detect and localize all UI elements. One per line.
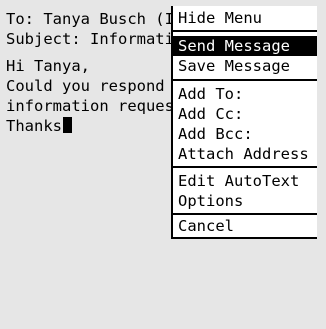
subject-field-text: Subject: Informati [6, 30, 172, 48]
context-menu: Hide Menu Send Message Save Message Add … [171, 6, 317, 239]
menu-separator [173, 30, 317, 32]
body-line-text: Thanks [6, 117, 62, 135]
menu-item-label: Edit AutoText [178, 172, 300, 190]
menu-item-label: Hide Menu [178, 9, 262, 27]
menu-item-edit-autotext[interactable]: Edit AutoText [173, 171, 317, 191]
body-line[interactable]: Could you respond [6, 76, 172, 96]
menu-item-add-cc[interactable]: Add Cc: [173, 104, 317, 124]
menu-item-cancel[interactable]: Cancel [173, 216, 317, 236]
menu-item-label: Add Bcc: [178, 125, 253, 143]
to-field[interactable]: To: Tanya Busch (I [6, 9, 172, 29]
body-line-text: Could you respond [6, 77, 165, 95]
body-line[interactable]: Thanks [6, 116, 172, 136]
menu-item-send-message[interactable]: Send Message [173, 36, 317, 56]
menu-separator [173, 166, 317, 168]
menu-item-add-to[interactable]: Add To: [173, 84, 317, 104]
menu-item-label: Attach Address [178, 145, 309, 163]
to-field-text: To: Tanya Busch (I [6, 10, 172, 28]
menu-item-save-message[interactable]: Save Message [173, 56, 317, 76]
menu-item-hide-menu[interactable]: Hide Menu [173, 8, 317, 28]
subject-field[interactable]: Subject: Informati [6, 29, 172, 49]
blackberry-compose-screen: To: Tanya Busch (I Subject: Informati Hi… [0, 0, 326, 329]
menu-item-add-bcc[interactable]: Add Bcc: [173, 124, 317, 144]
menu-item-label: Add To: [178, 85, 244, 103]
menu-item-label: Cancel [178, 217, 234, 235]
menu-separator [173, 79, 317, 81]
menu-item-label: Send Message [178, 37, 290, 55]
body-line[interactable]: Hi Tanya, [6, 56, 172, 76]
body-line-text: information reques [6, 97, 172, 115]
text-cursor [63, 117, 72, 133]
menu-item-label: Add Cc: [178, 105, 244, 123]
body-line[interactable]: information reques [6, 96, 172, 116]
menu-item-options[interactable]: Options [173, 191, 317, 211]
menu-item-attach-address[interactable]: Attach Address [173, 144, 317, 164]
body-line-text: Hi Tanya, [6, 57, 90, 75]
menu-item-label: Options [178, 192, 244, 210]
menu-separator [173, 213, 317, 215]
menu-item-label: Save Message [178, 57, 290, 75]
